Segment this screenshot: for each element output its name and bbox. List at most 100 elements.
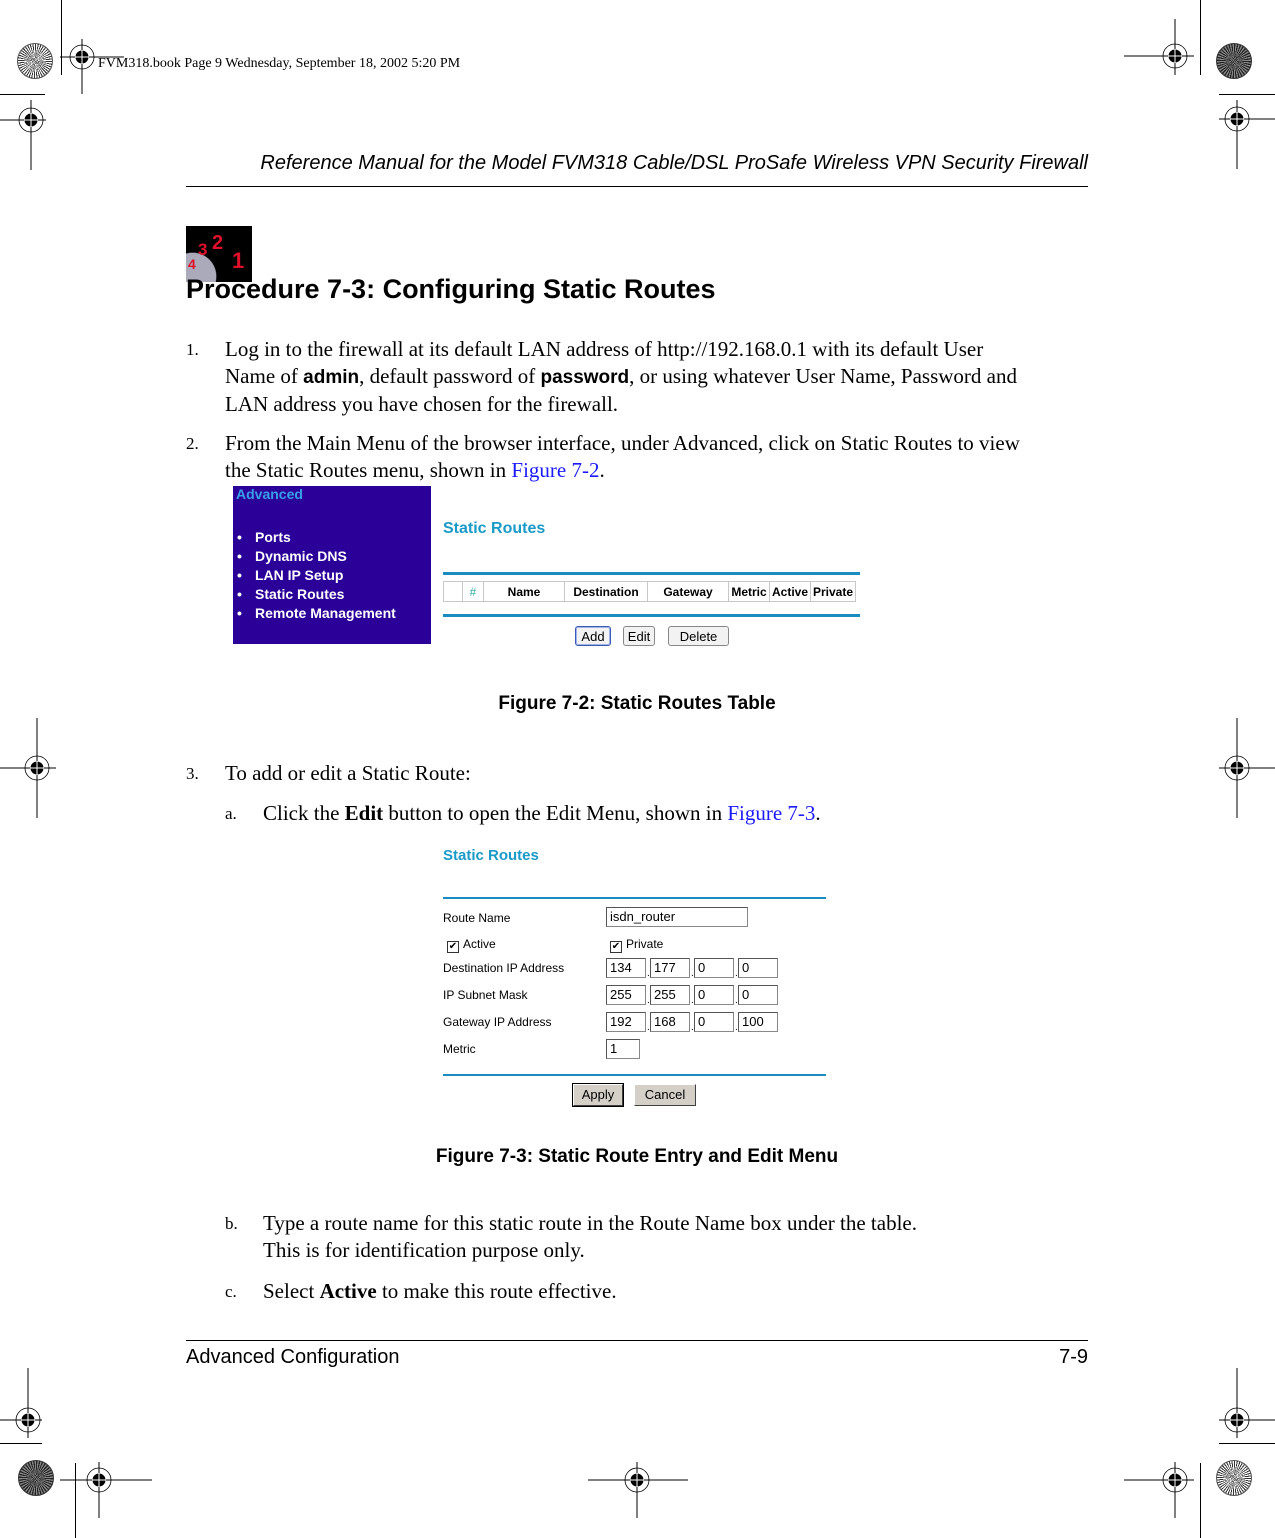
section-rule <box>443 897 826 899</box>
text-span: Edit <box>344 801 384 825</box>
static-routes-title: Static Routes <box>443 520 546 537</box>
cancel-button[interactable]: Cancel <box>634 1084 696 1106</box>
figure-7-3-caption: Figure 7-3: Static Route Entry and Edit … <box>435 1146 839 1167</box>
registration-mark-icon <box>60 1462 152 1518</box>
text-span: , default password of <box>359 364 541 388</box>
step-number: 1. <box>186 340 199 359</box>
registration-mark-icon <box>0 1368 42 1438</box>
crop-mark <box>1200 1463 1201 1538</box>
edit-button[interactable]: Edit <box>623 626 655 646</box>
section-rule <box>443 1074 826 1076</box>
starburst-mark-icon <box>17 43 53 79</box>
metric-input[interactable]: 1 <box>606 1039 640 1059</box>
gateway-ip-octet-3[interactable]: 0 <box>694 1012 734 1032</box>
text-span: . <box>815 801 821 825</box>
gateway-ip-octet-1[interactable]: 192 <box>606 1012 646 1032</box>
registration-mark-icon <box>0 718 56 818</box>
registration-mark-icon <box>588 1462 688 1518</box>
col-name: Name <box>483 581 565 602</box>
text-span: , or using whatever User Name, Password … <box>629 364 1017 388</box>
crop-mark <box>0 1443 42 1444</box>
route-name-input[interactable]: isdn_router <box>606 907 748 927</box>
destination-ip-octet-1[interactable]: 134 <box>606 958 646 978</box>
text-line: Name of admin, default password of passw… <box>225 363 1105 391</box>
menu-item-remote-management[interactable]: Remote Management <box>237 604 396 623</box>
add-button[interactable]: Add <box>575 626 611 646</box>
destination-ip-octet-3[interactable]: 0 <box>694 958 734 978</box>
table-header-row: # Name Destination Gateway Metric Active… <box>443 581 856 602</box>
advanced-menu-panel: Advanced Ports Dynamic DNS LAN IP Setup … <box>233 486 431 644</box>
subnet-mask-octet-1[interactable]: 255 <box>606 985 646 1005</box>
step-letter: c. <box>225 1282 237 1301</box>
subnet-mask-octet-4[interactable]: 0 <box>738 985 778 1005</box>
col-metric: Metric <box>728 581 770 602</box>
icon-digit: 3 <box>198 240 208 259</box>
text-span: Active <box>319 1279 377 1303</box>
text-span: Name of <box>225 364 304 388</box>
username-value: admin <box>303 367 360 388</box>
footer-rule <box>186 1340 1088 1341</box>
destination-ip-label: Destination IP Address <box>443 961 565 975</box>
step-number: 3. <box>186 764 199 783</box>
col-active: Active <box>769 581 811 602</box>
registration-mark-icon <box>1219 100 1275 169</box>
section-rule <box>443 572 860 575</box>
advanced-menu-list: Ports Dynamic DNS LAN IP Setup Static Ro… <box>237 528 396 623</box>
step-letter: b. <box>225 1214 238 1233</box>
registration-mark-icon <box>1219 1368 1275 1438</box>
subnet-mask-octet-3[interactable]: 0 <box>694 985 734 1005</box>
subnet-mask-octet-2[interactable]: 255 <box>650 985 690 1005</box>
icon-digit: 4 <box>188 256 196 272</box>
text-span: . <box>599 458 605 482</box>
text-line: Type a route name for this static route … <box>263 1211 917 1235</box>
section-rule <box>443 614 860 617</box>
private-checkbox[interactable]: ✔ Private <box>610 937 663 953</box>
subnet-mask-label: IP Subnet Mask <box>443 988 528 1002</box>
crop-mark <box>1200 0 1201 75</box>
route-name-label: Route Name <box>443 911 511 925</box>
registration-mark-icon <box>1124 19 1194 75</box>
text-line: LAN address you have chosen for the fire… <box>225 392 619 416</box>
figure-7-2-caption: Figure 7-2: Static Routes Table <box>498 693 776 714</box>
starburst-mark-icon <box>1216 43 1252 79</box>
checkbox-checked-icon: ✔ <box>610 941 622 953</box>
active-checkbox[interactable]: ✔ Active <box>447 937 496 953</box>
starburst-mark-icon <box>18 1460 54 1496</box>
step-number: 2. <box>186 434 199 453</box>
step-letter: a. <box>225 804 237 823</box>
col-private: Private <box>810 581 856 602</box>
step-2-text: From the Main Menu of the browser interf… <box>225 430 1105 484</box>
checkbox-label: Active <box>463 937 496 951</box>
step-c-text: Select Active to make this route effecti… <box>263 1278 617 1305</box>
menu-item-static-routes[interactable]: Static Routes <box>237 585 396 604</box>
checkbox-checked-icon: ✔ <box>447 941 459 953</box>
text-span: the Static Routes menu, shown in <box>225 458 512 482</box>
col-destination: Destination <box>564 581 648 602</box>
delete-button[interactable]: Delete <box>668 626 729 646</box>
figure-7-3-link[interactable]: Figure 7-3 <box>727 801 815 825</box>
col-gateway: Gateway <box>647 581 729 602</box>
header-rule <box>186 186 1088 187</box>
gateway-ip-octet-2[interactable]: 168 <box>650 1012 690 1032</box>
icon-digit: 2 <box>212 232 224 254</box>
checkbox-label: Private <box>626 937 664 951</box>
step-b-text: Type a route name for this static route … <box>263 1210 1083 1264</box>
destination-ip-octet-2[interactable]: 177 <box>650 958 690 978</box>
text-span: button to open the Edit Menu, shown in <box>383 801 728 825</box>
gateway-ip-octet-4[interactable]: 100 <box>738 1012 778 1032</box>
menu-item-ports[interactable]: Ports <box>237 528 396 547</box>
crop-mark <box>1219 1443 1275 1444</box>
registration-mark-icon <box>1219 718 1275 818</box>
text-line: the Static Routes menu, shown in Figure … <box>225 457 1105 484</box>
menu-item-lan-ip-setup[interactable]: LAN IP Setup <box>237 566 396 585</box>
apply-button[interactable]: Apply <box>572 1083 624 1107</box>
menu-item-dynamic-dns[interactable]: Dynamic DNS <box>237 547 396 566</box>
col-select <box>443 581 463 602</box>
static-routes-table: # Name Destination Gateway Metric Active… <box>443 581 856 602</box>
starburst-mark-icon <box>1216 1460 1252 1496</box>
text-line: From the Main Menu of the browser interf… <box>225 431 1020 455</box>
destination-ip-octet-4[interactable]: 0 <box>738 958 778 978</box>
static-routes-title: Static Routes <box>443 847 539 864</box>
figure-7-2-link[interactable]: Figure 7-2 <box>511 458 599 482</box>
registration-mark-icon <box>1124 1462 1194 1518</box>
